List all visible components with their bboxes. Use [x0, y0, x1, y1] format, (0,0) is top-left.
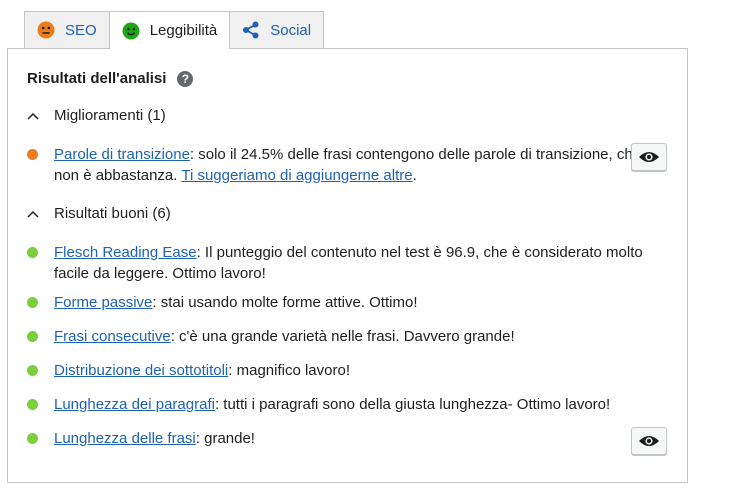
highlight-button[interactable]	[631, 143, 667, 171]
tab-seo-label: SEO	[65, 21, 97, 39]
eye-icon	[638, 150, 660, 164]
good-bullet-icon	[27, 331, 38, 342]
panel-title: Risultati dell'analisi ?	[27, 70, 194, 87]
tab-social[interactable]: Social	[229, 11, 325, 48]
item-link[interactable]: Distribuzione dei sottotitoli	[54, 362, 228, 379]
item-link[interactable]: Flesch Reading Ease	[54, 244, 197, 261]
face-neutral-icon	[37, 21, 55, 39]
list-item: Distribuzione dei sottotitoli: magnifico…	[27, 360, 647, 381]
item-description: : c'è una grande varietà nelle frasi. Da…	[170, 328, 515, 345]
good-bullet-icon	[27, 433, 38, 444]
list-item: Forme passive: stai usando molte forme a…	[27, 292, 647, 313]
item-text: Parole di transizione: solo il 24.5% del…	[54, 144, 647, 186]
item-description: : tutti i paragrafi sono della giusta lu…	[214, 396, 611, 413]
panel-title-text: Risultati dell'analisi	[27, 70, 167, 87]
good-bullet-icon	[27, 399, 38, 410]
good-results-toggle[interactable]: Risultati buoni (6)	[27, 205, 171, 222]
good-bullet-icon	[27, 247, 38, 258]
share-icon	[242, 21, 260, 39]
item-link[interactable]: Lunghezza delle frasi	[54, 430, 196, 447]
highlight-button[interactable]	[631, 427, 667, 455]
improvements-toggle[interactable]: Miglioramenti (1)	[27, 107, 166, 124]
item-link[interactable]: Forme passive	[54, 294, 152, 311]
list-item: Lunghezza delle frasi: grande!	[27, 428, 647, 449]
item-text: Forme passive: stai usando molte forme a…	[54, 292, 417, 313]
eye-icon	[638, 434, 660, 448]
item-text: Distribuzione dei sottotitoli: magnifico…	[54, 360, 350, 381]
face-happy-icon	[122, 22, 140, 40]
list-item: Flesch Reading Ease: Il punteggio del co…	[27, 242, 647, 284]
good-bullet-icon	[27, 365, 38, 376]
item-tail: .	[412, 167, 417, 184]
item-text: Lunghezza delle frasi: grande!	[54, 428, 255, 449]
item-description: : grande!	[195, 430, 255, 447]
problem-bullet-icon	[27, 149, 38, 160]
tab-seo[interactable]: SEO	[24, 11, 110, 48]
item-description: : stai usando molte forme attive. Ottimo…	[152, 294, 418, 311]
item-link[interactable]: Lunghezza dei paragrafi	[54, 396, 215, 413]
good-bullet-icon	[27, 297, 38, 308]
list-item: Lunghezza dei paragrafi: tutti i paragra…	[27, 394, 647, 415]
item-link[interactable]: Parole di transizione	[54, 146, 190, 163]
help-icon[interactable]: ?	[177, 70, 194, 87]
item-text: Flesch Reading Ease: Il punteggio del co…	[54, 242, 647, 284]
item-description: : magnifico lavoro!	[228, 362, 350, 379]
list-item: Parole di transizione: solo il 24.5% del…	[27, 144, 647, 186]
chevron-up-icon	[27, 112, 39, 120]
chevron-up-icon	[27, 210, 39, 218]
item-text: Frasi consecutive: c'è una grande variet…	[54, 326, 515, 347]
improvements-header: Miglioramenti (1)	[54, 107, 166, 124]
tab-leggibilita[interactable]: Leggibilità	[108, 11, 231, 49]
tab-leggibilita-label: Leggibilità	[149, 22, 218, 39]
item-link[interactable]: Frasi consecutive	[54, 328, 171, 345]
analysis-tabs: SEO Leggibilità Social	[24, 11, 325, 49]
analysis-panel: Risultati dell'analisi ? Miglioramenti (…	[7, 48, 688, 483]
suggestion-link[interactable]: Ti suggeriamo di aggiungerne altre	[181, 167, 412, 184]
list-item: Frasi consecutive: c'è una grande variet…	[27, 326, 647, 347]
good-results-header: Risultati buoni (6)	[54, 205, 171, 222]
item-text: Lunghezza dei paragrafi: tutti i paragra…	[54, 394, 610, 415]
tab-social-label: Social	[270, 21, 312, 39]
